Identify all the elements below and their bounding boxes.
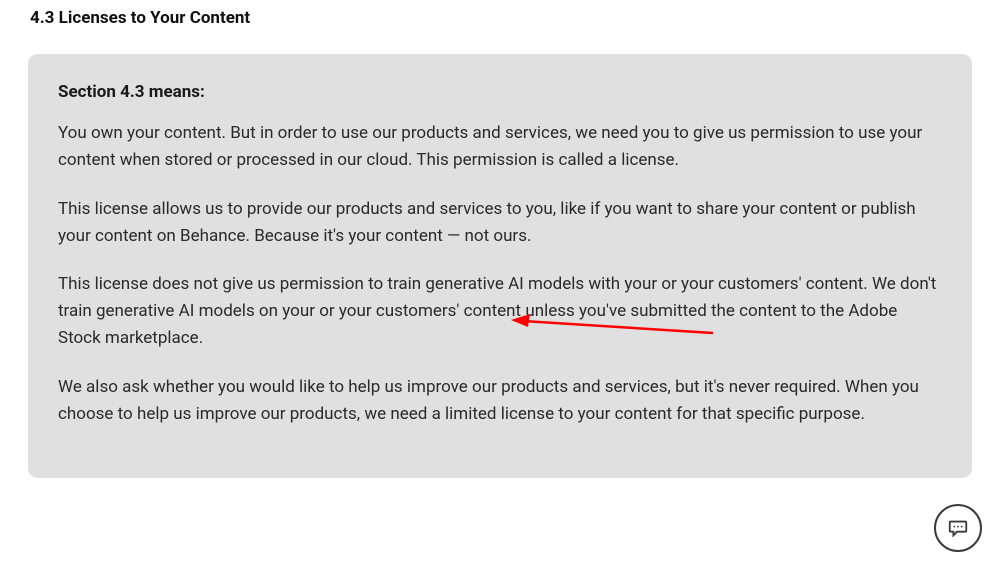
document-page: 4.3 Licenses to Your Content Section 4.3…	[0, 0, 1000, 478]
callout-paragraph: This license does not give us permission…	[58, 271, 942, 352]
callout-paragraph: We also ask whether you would like to he…	[58, 374, 942, 428]
callout-paragraph: You own your content. But in order to us…	[58, 120, 942, 174]
chat-icon	[947, 517, 969, 539]
explanation-callout: Section 4.3 means: You own your content.…	[28, 54, 972, 478]
section-heading: 4.3 Licenses to Your Content	[28, 8, 972, 28]
callout-title: Section 4.3 means:	[58, 82, 942, 102]
callout-paragraph: This license allows us to provide our pr…	[58, 196, 942, 250]
chat-button[interactable]	[934, 504, 982, 552]
